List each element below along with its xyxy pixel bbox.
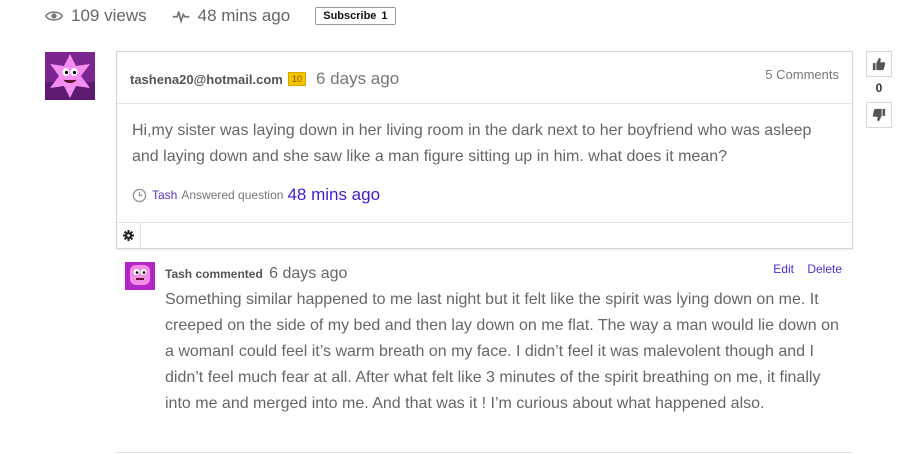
edit-link[interactable]: Edit xyxy=(773,262,794,276)
answered-time[interactable]: 48 mins ago xyxy=(287,185,380,205)
comment-author[interactable]: Tash commented xyxy=(165,267,263,281)
downvote-button[interactable] xyxy=(866,102,892,128)
thumbs-down-icon xyxy=(872,108,886,122)
eye-icon xyxy=(45,11,63,21)
pulse-icon xyxy=(172,11,189,25)
question-body: Hi,my sister was laying down in her livi… xyxy=(132,122,812,165)
divider xyxy=(116,452,853,453)
upvote-button[interactable] xyxy=(866,51,892,77)
comment-header: Tash commented 6 days ago xyxy=(165,265,347,283)
subscribe-button[interactable]: Subscribe 1 xyxy=(315,7,396,25)
answerer-link[interactable]: Tash xyxy=(152,188,177,202)
question-meta: 109 views 48 mins ago Subscribe 1 xyxy=(45,6,396,26)
commenter-avatar-image xyxy=(125,262,155,290)
comment-time: 6 days ago xyxy=(269,265,348,282)
views-count: 109 views xyxy=(71,6,147,25)
subscribe-count: 1 xyxy=(381,10,388,22)
commenter-avatar[interactable] xyxy=(125,262,155,290)
question-header: tashena20@hotmail.com 10 6 days ago 5 Co… xyxy=(117,52,852,104)
question-card: tashena20@hotmail.com 10 6 days ago 5 Co… xyxy=(116,51,853,249)
comment-actions: Edit Delete xyxy=(763,262,842,276)
last-activity: 48 mins ago xyxy=(197,6,291,25)
avatar-image xyxy=(45,52,95,100)
comment-body: Something similar happened to me last ni… xyxy=(165,291,839,412)
question-author[interactable]: tashena20@hotmail.com xyxy=(130,72,283,87)
comments-count[interactable]: 5 Comments xyxy=(765,67,839,82)
question-footer xyxy=(117,222,852,248)
thumbs-up-icon xyxy=(872,57,886,71)
subscribe-label: Subscribe xyxy=(323,10,377,22)
vote-count: 0 xyxy=(875,81,883,95)
answered-text: Answered question xyxy=(181,188,284,202)
clock-icon xyxy=(132,188,147,202)
gear-icon xyxy=(123,230,134,241)
answered-line: Tash Answered question 48 mins ago xyxy=(132,185,380,205)
posted-time: 6 days ago xyxy=(316,69,400,88)
points-badge: 10 xyxy=(288,72,307,86)
settings-button[interactable] xyxy=(117,223,141,248)
avatar[interactable] xyxy=(45,52,95,100)
delete-link[interactable]: Delete xyxy=(807,262,842,276)
